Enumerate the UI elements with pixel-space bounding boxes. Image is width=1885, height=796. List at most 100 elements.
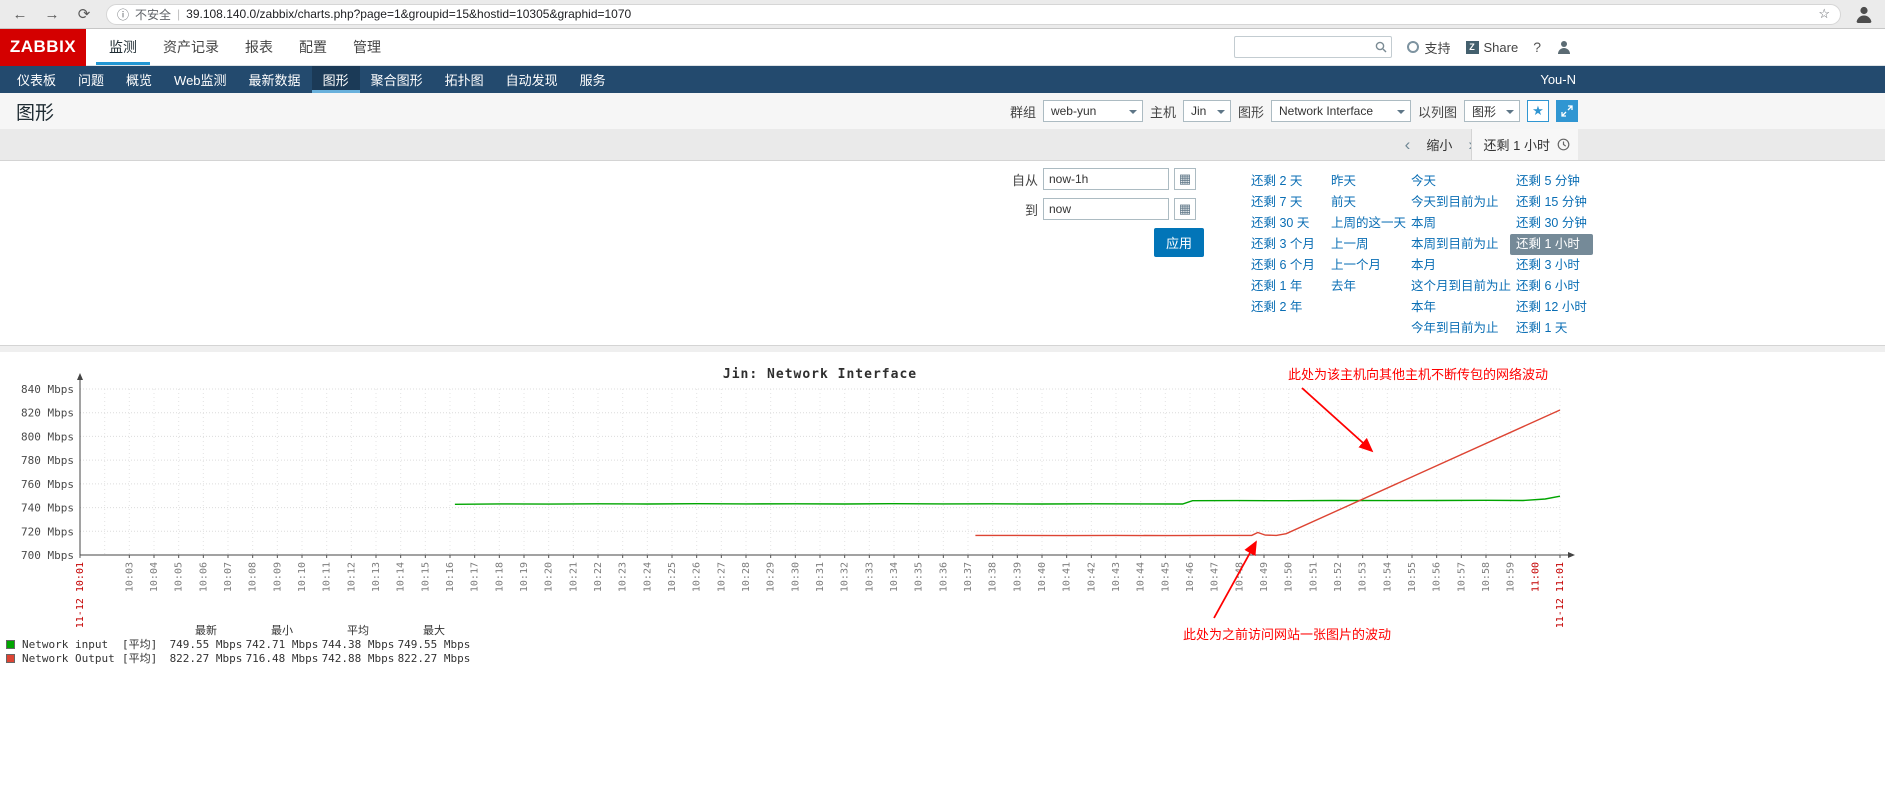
subnav-item-0[interactable]: 仪表板	[6, 66, 67, 93]
info-icon[interactable]: ⓘ	[117, 6, 129, 23]
svg-text:10:49: 10:49	[1259, 562, 1270, 592]
top-menu-item-3[interactable]: 配置	[286, 29, 340, 65]
quick-range-link-2-0[interactable]: 今天	[1405, 171, 1510, 192]
quick-range-link-0-0[interactable]: 还剩 2 天	[1245, 171, 1325, 192]
svg-text:10:23: 10:23	[618, 562, 629, 592]
control-select-value-1: Jin	[1191, 104, 1206, 118]
control-select-0[interactable]: web-yun	[1043, 100, 1143, 122]
quick-range-link-0-2[interactable]: 还剩 30 天	[1245, 213, 1325, 234]
svg-text:10:18: 10:18	[494, 562, 505, 592]
browser-profile-icon[interactable]	[1853, 3, 1875, 25]
control-select-1[interactable]: Jin	[1183, 100, 1231, 122]
svg-text:10:17: 10:17	[470, 562, 481, 592]
subnav-item-5[interactable]: 图形	[312, 66, 360, 93]
graph-legend: 最新最小平均最大Network input[平均]749.55 Mbps742.…	[6, 622, 472, 664]
graph-canvas[interactable]: Jin: Network Interface700 Mbps720 Mbps74…	[0, 352, 1578, 796]
to-input[interactable]	[1043, 198, 1169, 220]
svg-text:10:27: 10:27	[716, 562, 727, 592]
svg-text:780 Mbps: 780 Mbps	[21, 454, 74, 467]
control-select-value-0: web-yun	[1051, 104, 1096, 118]
legend-value-0-3: 749.55 Mbps	[396, 638, 472, 651]
svg-text:10:26: 10:26	[692, 562, 703, 592]
zabbix-logo[interactable]: ZABBIX	[0, 29, 86, 66]
svg-text:10:20: 10:20	[544, 562, 555, 592]
apply-button[interactable]: 应用	[1154, 228, 1204, 257]
to-calendar-icon[interactable]: ▦	[1174, 198, 1196, 220]
svg-text:10:29: 10:29	[766, 562, 777, 592]
share-icon: Z	[1466, 41, 1479, 54]
search-input[interactable]	[1234, 36, 1392, 58]
forward-icon[interactable]: →	[42, 6, 62, 23]
svg-text:10:09: 10:09	[272, 562, 283, 592]
svg-text:10:59: 10:59	[1506, 562, 1517, 592]
svg-text:10:32: 10:32	[840, 562, 851, 592]
quick-range-link-3-6[interactable]: 还剩 12 小时	[1510, 297, 1593, 318]
top-menu-item-1[interactable]: 资产记录	[150, 29, 232, 65]
subnav-item-2[interactable]: 概览	[115, 66, 163, 93]
quick-range-link-2-1[interactable]: 今天到目前为止	[1405, 192, 1510, 213]
favourite-button[interactable]: ★	[1527, 100, 1549, 122]
from-calendar-icon[interactable]: ▦	[1174, 168, 1196, 190]
user-icon[interactable]	[1556, 39, 1572, 55]
quick-range-link-1-1[interactable]: 前天	[1325, 192, 1405, 213]
quick-range-link-2-2[interactable]: 本周	[1405, 213, 1510, 234]
svg-text:10:38: 10:38	[988, 562, 999, 592]
quick-range-link-1-0[interactable]: 昨天	[1325, 171, 1405, 192]
quick-range-link-0-1[interactable]: 还剩 7 天	[1245, 192, 1325, 213]
quick-range-link-3-3[interactable]: 还剩 1 小时	[1510, 234, 1593, 255]
quick-range-link-2-4[interactable]: 本月	[1405, 255, 1510, 276]
time-range-tab[interactable]: 还剩 1 小时	[1471, 129, 1578, 160]
quick-range-link-0-4[interactable]: 还剩 6 个月	[1245, 255, 1325, 276]
quick-range-link-2-6[interactable]: 本年	[1405, 297, 1510, 318]
top-menu-item-4[interactable]: 管理	[340, 29, 394, 65]
support-link[interactable]: 支持	[1407, 38, 1450, 57]
from-input[interactable]	[1043, 168, 1169, 190]
share-link[interactable]: Z Share	[1466, 40, 1519, 55]
quick-range-link-2-7[interactable]: 今年到目前为止	[1405, 318, 1510, 339]
quick-range-link-3-0[interactable]: 还剩 5 分钟	[1510, 171, 1593, 192]
quick-range-link-1-3[interactable]: 上一周	[1325, 234, 1405, 255]
subnav-item-1[interactable]: 问题	[67, 66, 115, 93]
quick-range-link-0-5[interactable]: 还剩 1 年	[1245, 276, 1325, 297]
subnav-item-8[interactable]: 自动发现	[495, 66, 569, 93]
quick-range-link-2-3[interactable]: 本周到目前为止	[1405, 234, 1510, 255]
subnav-right-link[interactable]: You-N	[1540, 66, 1576, 93]
subnav-item-6[interactable]: 聚合图形	[360, 66, 434, 93]
svg-text:10:11: 10:11	[322, 562, 333, 592]
control-select-3[interactable]: 图形	[1464, 100, 1520, 122]
top-menu-item-0[interactable]: 监测	[96, 29, 150, 65]
quick-range-link-3-1[interactable]: 还剩 15 分钟	[1510, 192, 1593, 213]
back-icon[interactable]: ←	[10, 6, 30, 23]
svg-text:10:47: 10:47	[1210, 562, 1221, 592]
quick-range-link-3-2[interactable]: 还剩 30 分钟	[1510, 213, 1593, 234]
reload-icon[interactable]: ⟳	[74, 5, 94, 23]
support-icon	[1407, 41, 1419, 53]
legend-header-0: 最新	[168, 622, 244, 638]
quick-range-link-3-7[interactable]: 还剩 1 天	[1510, 318, 1593, 339]
search-icon[interactable]	[1375, 41, 1387, 53]
subnav-item-7[interactable]: 拓扑图	[434, 66, 495, 93]
quick-range-link-1-2[interactable]: 上周的这一天	[1325, 213, 1405, 234]
page-url: 39.108.140.0/zabbix/charts.php?page=1&gr…	[186, 7, 1812, 21]
quick-range-link-0-6[interactable]: 还剩 2 年	[1245, 297, 1325, 318]
time-shift-left-icon[interactable]: ‹	[1405, 136, 1411, 153]
address-bar[interactable]: ⓘ 不安全 | 39.108.140.0/zabbix/charts.php?p…	[106, 4, 1841, 25]
quick-range-link-3-4[interactable]: 还剩 3 小时	[1510, 255, 1593, 276]
time-filter-panel: 自从 ▦ 到 ▦ 应用 还剩 2 天还剩 7 天还剩 30 天还剩 3 个月还剩…	[0, 161, 1885, 346]
quick-range-link-1-4[interactable]: 上一个月	[1325, 255, 1405, 276]
quick-range-link-1-5[interactable]: 去年	[1325, 276, 1405, 297]
quick-range-link-2-5[interactable]: 这个月到目前为止	[1405, 276, 1510, 297]
subnav-item-3[interactable]: Web监测	[163, 66, 238, 93]
control-select-2[interactable]: Network Interface	[1271, 100, 1411, 122]
help-link[interactable]: ?	[1533, 39, 1541, 55]
bookmark-star-icon[interactable]: ☆	[1818, 6, 1830, 22]
graph-panel: Jin: Network Interface700 Mbps720 Mbps74…	[0, 352, 1885, 796]
subnav-item-9[interactable]: 服务	[569, 66, 617, 93]
subnav-item-4[interactable]: 最新数据	[238, 66, 312, 93]
quick-range-link-3-5[interactable]: 还剩 6 小时	[1510, 276, 1593, 297]
top-menu-item-2[interactable]: 报表	[232, 29, 286, 65]
zoom-out-button[interactable]: 缩小	[1426, 135, 1452, 154]
kiosk-mode-button[interactable]	[1556, 100, 1578, 122]
quick-range-link-0-3[interactable]: 还剩 3 个月	[1245, 234, 1325, 255]
quick-range-column-0: 还剩 2 天还剩 7 天还剩 30 天还剩 3 个月还剩 6 个月还剩 1 年还…	[1245, 171, 1325, 339]
